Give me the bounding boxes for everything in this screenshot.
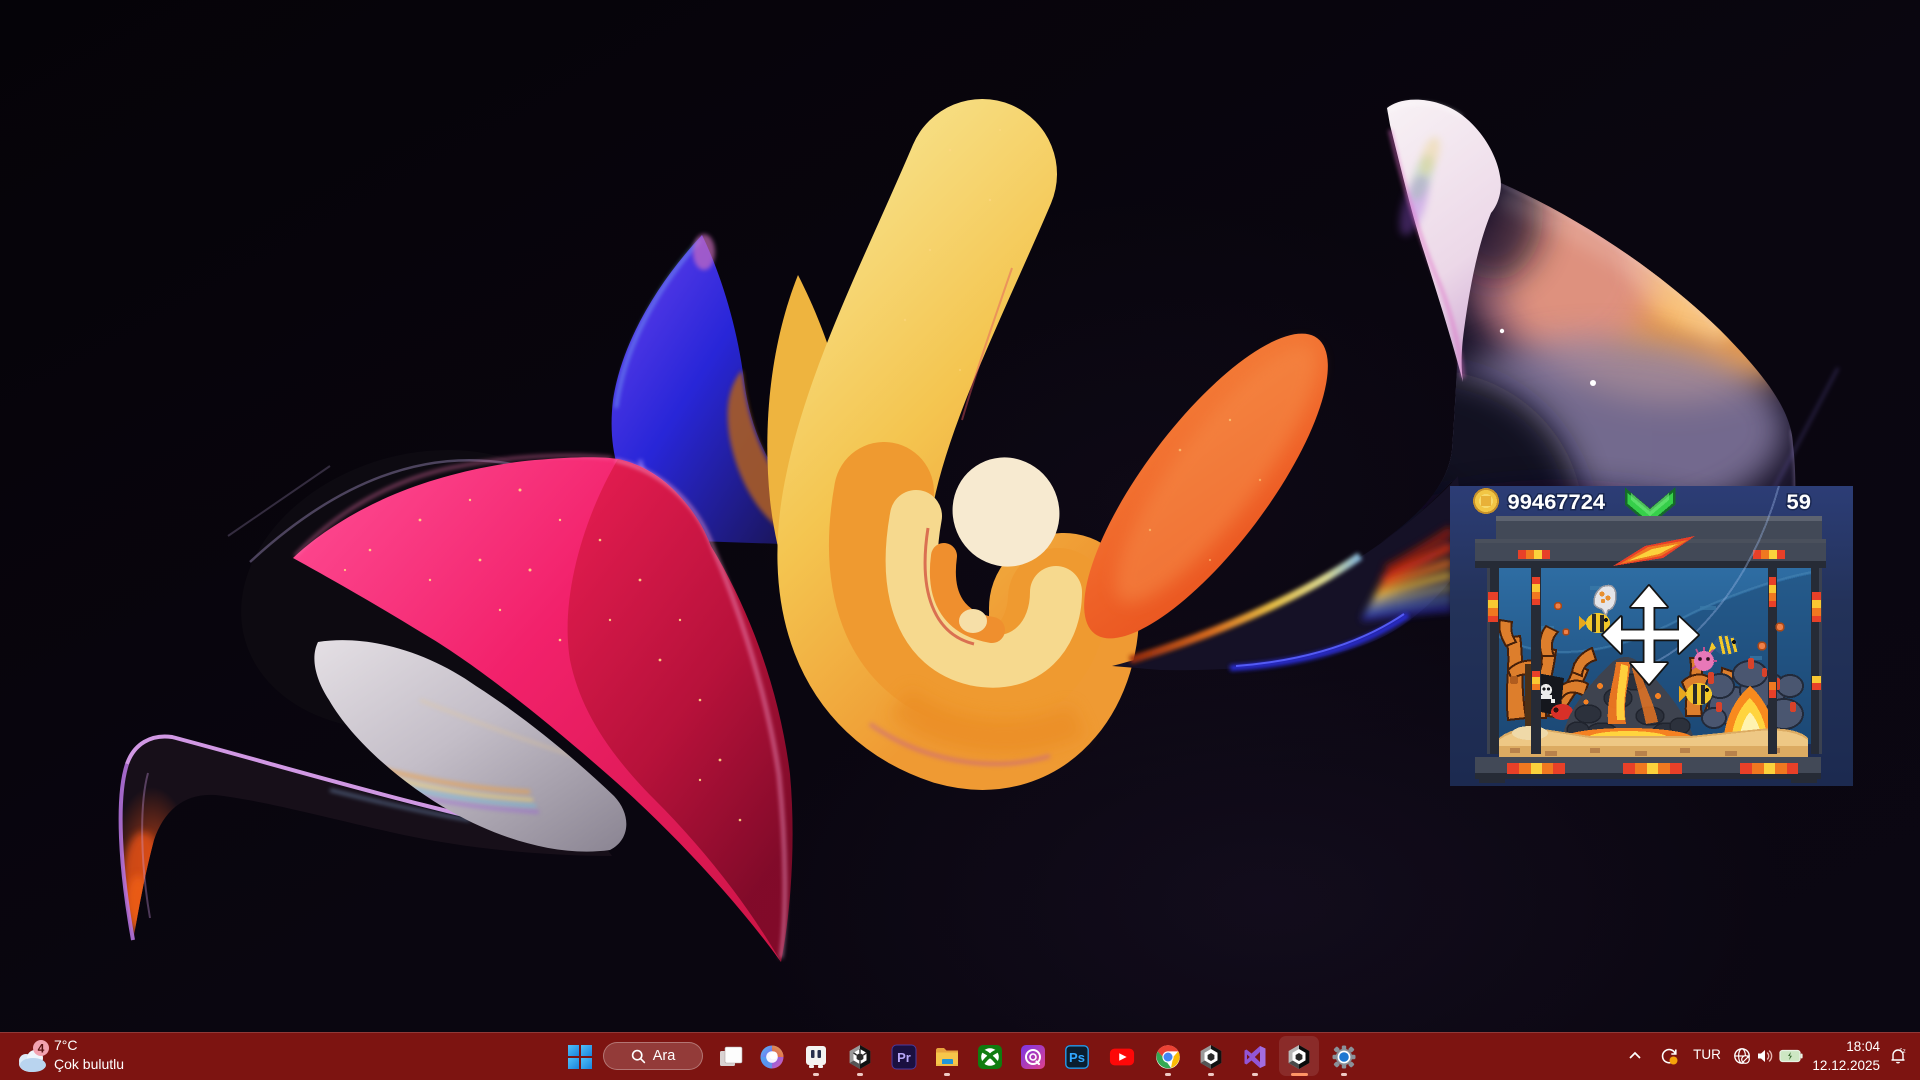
svg-text:Ps: Ps xyxy=(1069,1050,1085,1065)
svg-text:99467724: 99467724 xyxy=(1507,491,1605,516)
svg-text:4: 4 xyxy=(38,1042,45,1056)
svg-text:Pr: Pr xyxy=(897,1050,911,1065)
svg-text:59: 59 xyxy=(1786,491,1810,516)
svg-text:z: z xyxy=(1903,1048,1906,1055)
